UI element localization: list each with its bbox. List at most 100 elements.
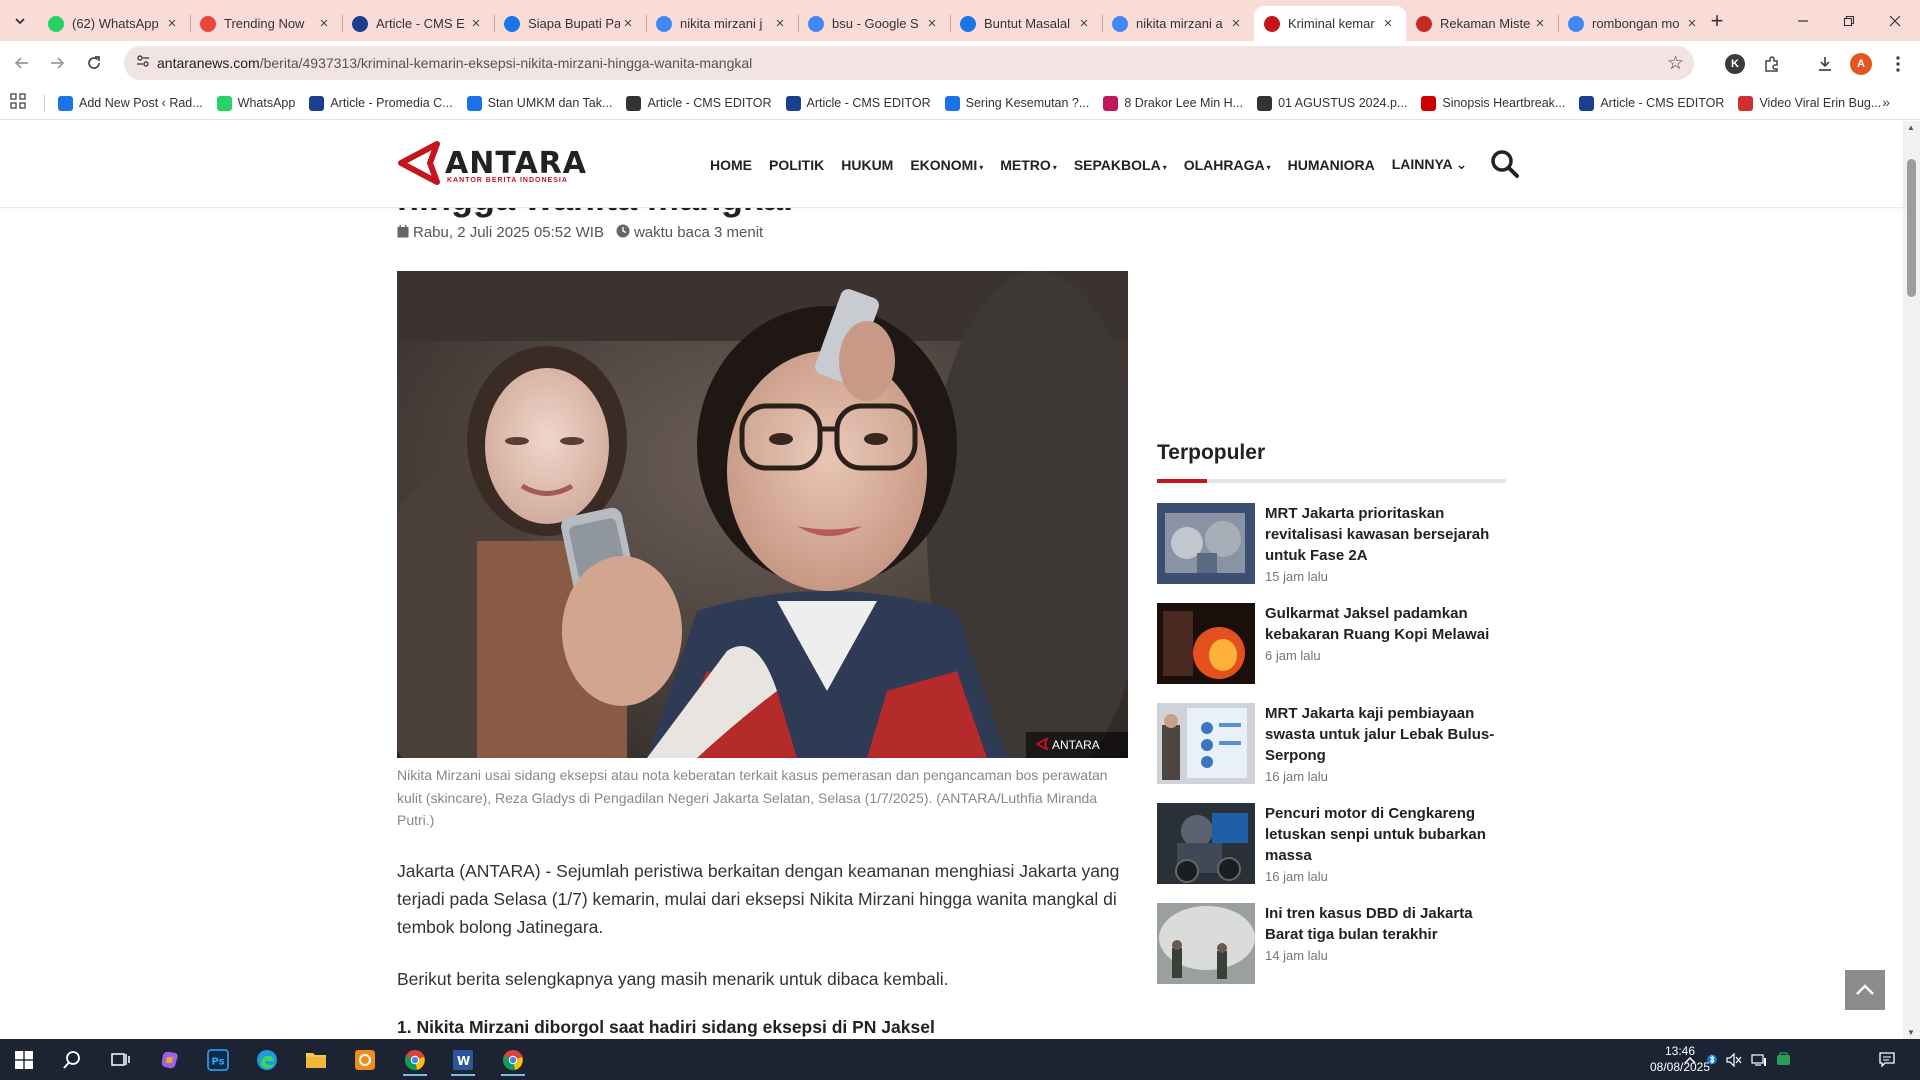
tab[interactable]: nikita mirzani j ✕	[646, 6, 798, 41]
nav-item-ekonomi[interactable]: EKONOMI ▾	[910, 157, 983, 173]
scroll-down-arrow-icon[interactable]: ▼	[1907, 1028, 1915, 1037]
tab-close-icon[interactable]: ✕	[316, 16, 332, 32]
tab-close-icon[interactable]: ✕	[620, 16, 636, 32]
popular-item-thumbnail[interactable]	[1157, 703, 1255, 784]
file-explorer-app-icon[interactable]	[296, 1043, 336, 1076]
bookmark-item[interactable]: Article - CMS EDITOR	[626, 95, 772, 111]
address-bar[interactable]: antaranews.com/berita/4937313/kriminal-k…	[124, 46, 1694, 80]
start-button[interactable]	[4, 1043, 44, 1076]
tab[interactable]: rombongan mo ✕	[1558, 6, 1710, 41]
tab-close-icon[interactable]: ✕	[468, 16, 484, 32]
url-text[interactable]: antaranews.com/berita/4937313/kriminal-k…	[157, 46, 752, 80]
tab[interactable]: Rekaman Miste ✕	[1406, 6, 1558, 41]
scrollbar-thumb[interactable]	[1907, 159, 1916, 297]
forward-button[interactable]	[42, 48, 72, 78]
security-shield-icon[interactable]	[1772, 1039, 1794, 1080]
restore-button[interactable]	[1826, 0, 1872, 41]
popular-item-thumbnail[interactable]	[1157, 603, 1255, 684]
tab-active[interactable]: Kriminal kemar ✕	[1254, 6, 1406, 41]
site-info-icon[interactable]	[134, 54, 152, 72]
tab-close-icon[interactable]: ✕	[1076, 16, 1092, 32]
bookmark-item[interactable]: Article - Promedia C...	[309, 95, 453, 111]
close-window-button[interactable]	[1872, 0, 1918, 41]
popular-item-thumbnail[interactable]	[1157, 503, 1255, 584]
popular-item-title[interactable]: Gulkarmat Jaksel padamkan kebakaran Ruan…	[1265, 603, 1506, 645]
popular-item-thumbnail[interactable]	[1157, 903, 1255, 984]
tab[interactable]: Trending Now ✕	[190, 6, 342, 41]
nav-item-olahraga[interactable]: OLAHRAGA ▾	[1184, 157, 1271, 173]
tab-close-icon[interactable]: ✕	[164, 16, 180, 32]
popular-item-title[interactable]: MRT Jakarta kaji pembiayaan swasta untuk…	[1265, 703, 1506, 766]
speaker-muted-icon[interactable]	[1723, 1039, 1745, 1080]
photoshop-app-icon[interactable]: Ps	[198, 1043, 238, 1076]
back-button[interactable]	[7, 48, 37, 78]
tab[interactable]: Buntut Masalal ✕	[950, 6, 1102, 41]
site-search-button[interactable]	[1490, 149, 1520, 179]
downloads-button[interactable]	[1812, 51, 1838, 77]
reload-button[interactable]	[79, 48, 109, 78]
scroll-up-arrow-icon[interactable]: ▲	[1907, 123, 1915, 132]
antara-logo[interactable]: ANTARA KANTOR BERITA INDONESIA	[397, 141, 586, 187]
popular-item[interactable]: MRT Jakarta prioritaskan revitalisasi ka…	[1157, 503, 1506, 584]
bookmark-item[interactable]: 8 Drakor Lee Min H...	[1103, 95, 1243, 111]
tab[interactable]: bsu - Google S ✕	[798, 6, 950, 41]
bookmark-item[interactable]: Stan UMKM dan Tak...	[466, 95, 612, 111]
tab[interactable]: Article - CMS E ✕	[342, 6, 494, 41]
tab[interactable]: nikita mirzani a ✕	[1102, 6, 1254, 41]
chrome-app-icon[interactable]	[395, 1043, 435, 1076]
notification-center-icon[interactable]	[1872, 1039, 1902, 1080]
taskbar-clock[interactable]: 13:46 08/08/2025	[1635, 1043, 1725, 1075]
chrome-profile-app-icon[interactable]	[493, 1043, 533, 1076]
bookmark-item[interactable]: Sinopsis Heartbreak...	[1421, 95, 1565, 111]
popular-item[interactable]: Ini tren kasus DBD di Jakarta Barat tiga…	[1157, 903, 1506, 984]
popular-item[interactable]: Gulkarmat Jaksel padamkan kebakaran Ruan…	[1157, 603, 1506, 684]
nav-item-humaniora[interactable]: HUMANIORA	[1288, 157, 1375, 173]
tab-close-icon[interactable]: ✕	[1532, 16, 1548, 32]
app-orange-icon[interactable]	[345, 1043, 385, 1076]
bookmark-item[interactable]: Article - CMS EDITOR	[1579, 95, 1724, 111]
nav-item-home[interactable]: HOME	[710, 157, 752, 173]
tab[interactable]: Siapa Bupati Pa ✕	[494, 6, 646, 41]
tab-close-icon[interactable]: ✕	[1684, 16, 1700, 32]
edge-app-icon[interactable]	[247, 1043, 287, 1076]
nav-item-metro[interactable]: METRO ▾	[1000, 157, 1057, 173]
task-view-button[interactable]	[100, 1043, 140, 1076]
bookmark-item[interactable]: Article - CMS EDITOR	[785, 95, 931, 111]
copilot-app-icon[interactable]	[150, 1043, 190, 1076]
nav-item-lainnya[interactable]: LAINNYA ⌄	[1392, 156, 1468, 173]
network-icon[interactable]	[1748, 1039, 1770, 1080]
extensions-button[interactable]	[1759, 51, 1785, 77]
profile-a-button[interactable]: A	[1848, 51, 1874, 77]
tab-close-icon[interactable]: ✕	[1380, 16, 1396, 32]
tab-close-icon[interactable]: ✕	[1228, 16, 1244, 32]
nav-item-politik[interactable]: POLITIK	[769, 157, 824, 173]
popular-item-title[interactable]: MRT Jakarta prioritaskan revitalisasi ka…	[1265, 503, 1506, 566]
new-tab-button[interactable]: +	[1703, 8, 1731, 36]
menu-button[interactable]	[1885, 51, 1911, 77]
word-app-icon[interactable]: W	[443, 1043, 483, 1076]
nav-item-hukum[interactable]: HUKUM	[841, 157, 893, 173]
popular-item[interactable]: Pencuri motor di Cengkareng letuskan sen…	[1157, 803, 1506, 884]
bookmark-item[interactable]: Sering Kesemutan ?...	[944, 95, 1089, 111]
bookmark-item[interactable]: Video Viral Erin Bug...	[1738, 95, 1881, 111]
taskbar-search-button[interactable]	[52, 1043, 92, 1076]
popular-item-title[interactable]: Pencuri motor di Cengkareng letuskan sen…	[1265, 803, 1506, 866]
tab-search-button[interactable]	[8, 9, 32, 33]
tab-close-icon[interactable]: ✕	[772, 16, 788, 32]
tab[interactable]: (62) WhatsApp ✕	[38, 6, 190, 41]
article-subheading[interactable]: 1. Nikita Mirzani diborgol saat hadiri s…	[397, 1017, 1128, 1038]
apps-grid-icon[interactable]	[10, 93, 30, 113]
popular-item-title[interactable]: Ini tren kasus DBD di Jakarta Barat tiga…	[1265, 903, 1506, 945]
article-hero-photo[interactable]: ANTARA	[397, 271, 1128, 758]
nav-item-sepakbola[interactable]: SEPAKBOLA ▾	[1074, 157, 1167, 173]
bookmark-item[interactable]: 01 AGUSTUS 2024.p...	[1257, 95, 1407, 111]
tab-close-icon[interactable]: ✕	[924, 16, 940, 32]
bookmark-star-icon[interactable]: ☆	[1667, 52, 1684, 75]
back-to-top-button[interactable]	[1845, 970, 1885, 1010]
bookmark-item[interactable]: WhatsApp	[216, 95, 295, 111]
more-bookmarks-icon[interactable]: »	[1882, 94, 1890, 110]
minimize-button[interactable]	[1780, 0, 1826, 41]
popular-item[interactable]: MRT Jakarta kaji pembiayaan swasta untuk…	[1157, 703, 1506, 784]
page-scrollbar[interactable]: ▲ ▼	[1903, 121, 1920, 1039]
popular-item-thumbnail[interactable]	[1157, 803, 1255, 884]
